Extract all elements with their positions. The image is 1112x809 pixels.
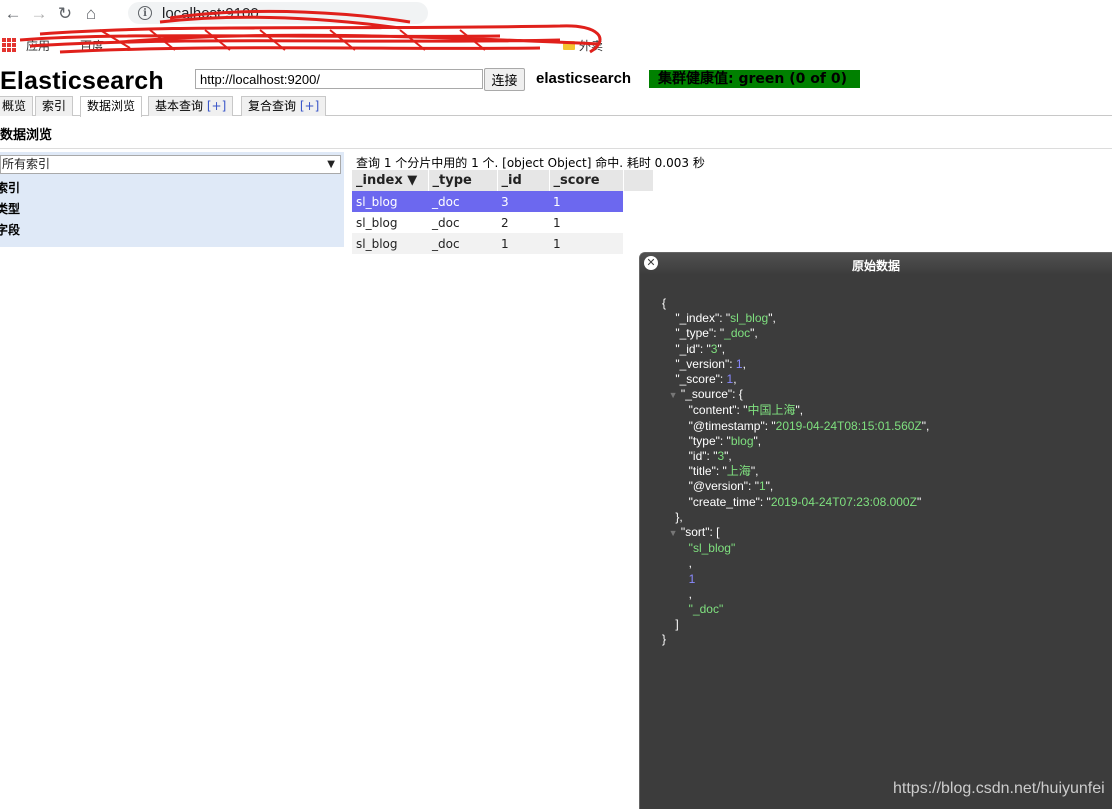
- tab-complex-query[interactable]: 复合查询 [+]: [241, 96, 327, 116]
- tab-label: 索引: [42, 99, 67, 113]
- json-value: 2019-04-24T07:23:08.000Z: [770, 494, 917, 509]
- tab-browser[interactable]: 数据浏览: [80, 96, 143, 117]
- cell-type: _doc: [428, 191, 497, 212]
- bookmark-apps[interactable]: 应用: [26, 37, 50, 54]
- table-header-row: _index ▼ _type _id _score: [352, 170, 654, 191]
- tab-bar: 概览 索引 数据浏览 基本查询 [+] 复合查询 [+]: [0, 96, 1112, 117]
- address-bar[interactable]: i localhost:9100: [128, 2, 428, 24]
- tab-label: 复合查询: [248, 99, 300, 113]
- json-value: sl_blog: [730, 311, 769, 326]
- tab-expand: [+]: [206, 99, 227, 113]
- column-header-type[interactable]: _type: [428, 170, 498, 191]
- bookmarks-bar: 应用 百度 外卖: [0, 30, 1112, 60]
- forward-arrow-icon[interactable]: →: [26, 1, 52, 27]
- tab-expand: [+]: [299, 99, 320, 113]
- cell-score: 1: [549, 191, 623, 212]
- page-title: 数据浏览: [0, 128, 53, 143]
- results-table: _index ▼ _type _id _score sl_blog _doc 3…: [352, 170, 654, 254]
- json-value: 上海: [726, 464, 751, 479]
- filter-index[interactable]: 索引: [0, 179, 20, 196]
- column-header-index[interactable]: _index ▼: [352, 170, 429, 191]
- bookmark-label: 百度: [80, 38, 105, 53]
- json-viewer: { "_index": "sl_blog", "_type": "_doc", …: [662, 296, 930, 647]
- cluster-url-input[interactable]: [195, 69, 483, 89]
- index-select-value: 所有索引: [2, 157, 51, 171]
- collapse-triangle-icon[interactable]: ▼: [669, 390, 678, 400]
- json-value: "sl_blog": [688, 541, 736, 556]
- column-header-score[interactable]: _score: [549, 170, 624, 191]
- json-value: 1: [735, 356, 743, 371]
- home-icon[interactable]: ⌂: [78, 1, 104, 27]
- index-select[interactable]: 所有索引 ▼: [0, 155, 341, 174]
- dialog-titlebar[interactable]: ✕ 原始数据: [640, 253, 1112, 275]
- filter-type[interactable]: 类型: [0, 200, 20, 217]
- json-value: 1: [758, 479, 766, 494]
- connect-button[interactable]: 连接: [484, 68, 525, 91]
- dropdown-caret-icon: ▼: [327, 159, 335, 170]
- filter-field[interactable]: 字段: [0, 221, 20, 238]
- tab-overview[interactable]: 概览: [0, 96, 34, 116]
- cell-id: 3: [497, 191, 549, 212]
- reload-icon[interactable]: ↻: [52, 1, 78, 27]
- tab-label: 基本查询: [155, 99, 207, 113]
- column-header-id[interactable]: _id: [497, 170, 550, 191]
- cell-score: 1: [549, 233, 623, 254]
- watermark-text: https://blog.csdn.net/huiyunfei: [893, 780, 1105, 797]
- json-value: 中国上海: [747, 403, 796, 418]
- cluster-name: elasticsearch: [536, 70, 632, 87]
- back-arrow-icon[interactable]: ←: [0, 1, 26, 27]
- divider: [0, 148, 1112, 149]
- json-value: 1: [726, 372, 734, 387]
- json-value: blog: [730, 433, 754, 448]
- es-head-header: Elasticsearch 连接 elasticsearch 集群健康值: gr…: [0, 62, 1112, 96]
- json-value: 1: [688, 571, 696, 586]
- tab-label: 概览: [2, 99, 27, 113]
- filter-panel: 所有索引 ▼ 索引 类型 字段: [0, 152, 344, 247]
- table-row[interactable]: sl_blog _doc 3 1: [352, 191, 653, 212]
- bookmark-label: 应用: [26, 38, 51, 53]
- column-header-filler: [623, 170, 654, 191]
- cell-index: sl_blog: [352, 212, 428, 233]
- json-value: 3: [710, 341, 718, 356]
- folder-icon: [563, 40, 575, 50]
- cell-type: _doc: [428, 212, 497, 233]
- raw-data-dialog: ✕ 原始数据 { "_index": "sl_blog", "_type": "…: [639, 252, 1112, 809]
- app-title: Elasticsearch: [0, 67, 164, 95]
- dialog-title: 原始数据: [851, 259, 900, 273]
- bookmark-label: 外卖: [579, 38, 604, 53]
- tab-label: 数据浏览: [87, 99, 136, 113]
- address-text: localhost:9100: [162, 4, 259, 22]
- tab-basic-query[interactable]: 基本查询 [+]: [148, 96, 234, 116]
- cell-index: sl_blog: [352, 233, 428, 254]
- browser-toolbar: ← → ↻ ⌂ i localhost:9100: [0, 0, 1112, 27]
- table-row[interactable]: sl_blog _doc 2 1: [352, 212, 653, 233]
- cluster-health-badge: 集群健康值: green (0 of 0): [649, 70, 860, 88]
- cell-index: sl_blog: [352, 191, 428, 212]
- cell-id: 1: [497, 233, 549, 254]
- cell-id: 2: [497, 212, 549, 233]
- json-value: _doc: [724, 326, 751, 341]
- bookmark-waimai[interactable]: 外卖: [563, 37, 603, 54]
- apps-grid-icon[interactable]: [2, 38, 16, 52]
- json-value: 2019-04-24T08:15:01.560Z: [775, 418, 922, 433]
- json-value-text: sl_blog: [692, 541, 731, 556]
- json-value: 3: [717, 449, 725, 464]
- cell-type: _doc: [428, 233, 497, 254]
- collapse-triangle-icon[interactable]: ▼: [669, 528, 678, 538]
- cell-score: 1: [549, 212, 623, 233]
- bookmark-baidu[interactable]: 百度: [80, 37, 104, 54]
- query-result-info: 查询 1 个分片中用的 1 个. [object Object] 命中. 耗时 …: [356, 156, 705, 170]
- info-icon[interactable]: i: [138, 6, 152, 20]
- json-value-text: _doc: [692, 602, 719, 617]
- tab-indices[interactable]: 索引: [35, 96, 74, 116]
- json-value: "_doc": [688, 602, 724, 617]
- table-row[interactable]: sl_blog _doc 1 1: [352, 233, 653, 254]
